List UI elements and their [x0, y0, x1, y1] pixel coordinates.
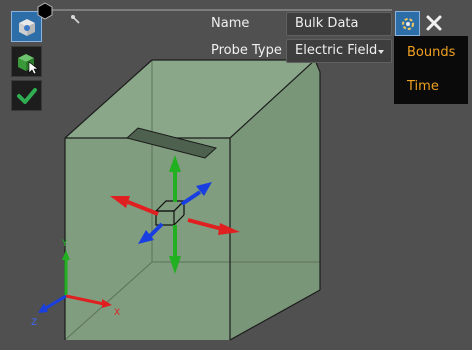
- name-field[interactable]: Bulk Data: [286, 12, 392, 36]
- probe-type-label: Probe Type: [211, 43, 282, 58]
- gear-icon: [401, 17, 414, 30]
- options-popup-menu: Bounds Time: [394, 36, 468, 104]
- pin-icon[interactable]: [70, 14, 82, 26]
- probe-options-button[interactable]: [395, 11, 420, 36]
- triad-x-label: X: [114, 308, 120, 318]
- triad-z-label: Z: [31, 318, 37, 328]
- chevron-down-icon: [378, 50, 384, 54]
- triad-z-axis: [45, 294, 67, 310]
- probe-type-dropdown[interactable]: Electric Field: [286, 39, 392, 63]
- checkmark-icon: [16, 87, 37, 104]
- select-tool-button[interactable]: [11, 46, 42, 77]
- confirm-button[interactable]: [11, 80, 42, 111]
- triad-y-label: Y: [61, 239, 68, 249]
- probe-type-value: Electric Field: [295, 43, 378, 58]
- name-label: Name: [211, 16, 250, 31]
- menu-item-time[interactable]: Time: [407, 79, 439, 94]
- close-icon[interactable]: [424, 13, 444, 33]
- menu-item-bounds[interactable]: Bounds: [407, 45, 455, 60]
- select-cursor-icon: [17, 53, 39, 74]
- hexagon-icon[interactable]: [36, 2, 54, 20]
- probe-cube-icon: [18, 18, 35, 36]
